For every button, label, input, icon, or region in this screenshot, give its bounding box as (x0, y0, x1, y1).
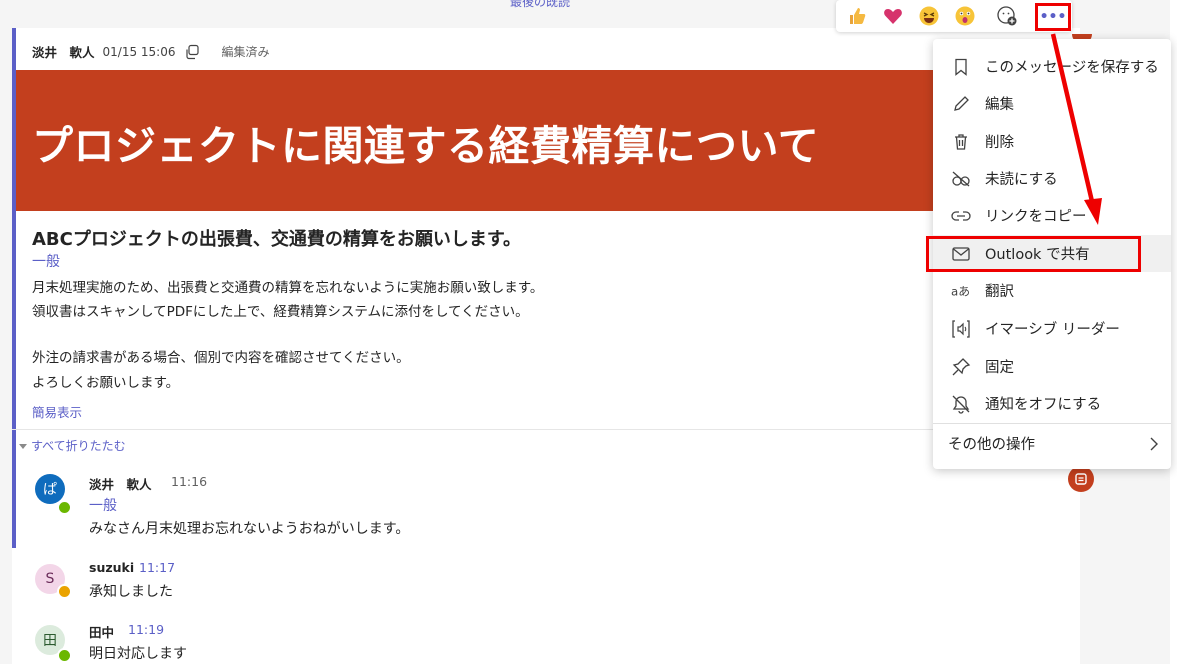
presence-away-icon (57, 584, 72, 599)
right-panel-edge (1170, 0, 1177, 664)
unread-icon (951, 169, 971, 189)
menu-item-translate[interactable]: aあ 翻訳 (933, 272, 1171, 309)
pencil-icon (951, 94, 971, 114)
post-body-line: 外注の請求書がある場合、個別で内容を確認させてください。 (32, 350, 410, 366)
chevron-right-icon (1149, 436, 1159, 455)
add-reaction-icon[interactable] (994, 3, 1020, 29)
copy-icon[interactable] (184, 44, 200, 60)
menu-item-label: リンクをコピー (985, 209, 1087, 225)
menu-item-other-actions[interactable]: その他の操作 (933, 425, 1171, 462)
presence-available-icon (57, 500, 72, 515)
post-body-line: よろしくお願いします。 (32, 375, 180, 391)
reply-accent-bar (12, 462, 16, 548)
menu-item-label: 翻訳 (985, 284, 1014, 300)
collapse-all-label: すべて折りたたむ (31, 439, 126, 453)
reply-author[interactable]: 田中 (89, 622, 114, 641)
reply-channel-link[interactable]: 一般 (89, 495, 117, 515)
reply-text: 明日対応します (89, 646, 187, 662)
menu-item-delete[interactable]: 削除 (933, 123, 1171, 160)
laugh-icon[interactable] (916, 3, 942, 29)
reply-author[interactable]: suzuki (89, 560, 134, 575)
banner-title: プロジェクトに関連する経費精算について (32, 122, 820, 170)
avatar[interactable]: ぱ (35, 474, 65, 504)
reply-text: みなさん月末処理お忘れないようおねがいします。 (89, 521, 410, 537)
menu-item-label: 編集 (985, 97, 1014, 113)
outlook-highlight-box (926, 236, 1141, 272)
notes-app-icon[interactable] (1068, 466, 1094, 492)
edited-label: 編集済み (221, 45, 270, 59)
reply-time: 11:19 (128, 622, 165, 637)
last-read-marker: 最後の既読 (510, 0, 571, 9)
menu-item-label: 未読にする (985, 172, 1058, 188)
translate-icon: aあ (951, 281, 971, 301)
menu-item-label: 通知をオフにする (985, 397, 1102, 413)
menu-item-copy-link[interactable]: リンクをコピー (933, 197, 1171, 234)
menu-item-label: 削除 (985, 135, 1014, 151)
caret-down-icon (19, 443, 27, 449)
link-icon (951, 206, 971, 226)
menu-item-mark-unread[interactable]: 未読にする (933, 160, 1171, 197)
simple-view-link[interactable]: 簡易表示 (32, 402, 82, 421)
reply-time: 11:16 (171, 474, 208, 489)
replies-divider (12, 429, 1080, 430)
reply-time: 11:17 (139, 560, 176, 575)
avatar-initial: S (45, 571, 55, 587)
heart-icon[interactable] (880, 3, 906, 29)
trash-icon (951, 132, 971, 152)
pin-icon (951, 357, 971, 377)
avatar-initial: 田 (43, 633, 57, 649)
reply-text: 承知しました (89, 584, 173, 600)
like-icon[interactable] (844, 3, 870, 29)
menu-item-label: イマーシブ リーダー (985, 322, 1120, 338)
more-options-button[interactable]: ••• (1035, 3, 1071, 31)
surprised-icon[interactable] (952, 3, 978, 29)
menu-item-pin[interactable]: 固定 (933, 348, 1171, 385)
post-timestamp: 01/15 15:06 (102, 44, 176, 59)
menu-separator (933, 423, 1171, 424)
post-subject: ABCプロジェクトの出張費、交通費の精算をお願いします。 (32, 229, 522, 250)
immersive-reader-icon (951, 319, 971, 339)
post-author[interactable]: 淡井 軟人 (32, 42, 95, 61)
bookmark-icon (951, 57, 971, 77)
menu-item-label: その他の操作 (948, 437, 1035, 453)
reply-author[interactable]: 淡井 軟人 (89, 474, 152, 493)
post-header: 淡井 軟人 01/15 15:06 編集済み (32, 42, 270, 61)
post-channel-link[interactable]: 一般 (32, 251, 60, 271)
menu-item-label: 固定 (985, 360, 1014, 376)
avatar-initial: ぱ (43, 482, 57, 498)
menu-item-label: このメッセージを保存する (985, 60, 1159, 76)
bell-off-icon (951, 394, 971, 414)
post-body-line: 月末処理実施のため、出張費と交通費の精算を忘れないように実施お願い致します。 (32, 280, 544, 296)
more-options-icon: ••• (1039, 9, 1067, 25)
menu-item-edit[interactable]: 編集 (933, 85, 1171, 122)
post-body-line: 領収書はスキャンしてPDFにした上で、経費精算システムに添付をしてください。 (32, 304, 529, 320)
menu-item-save[interactable]: このメッセージを保存する (933, 48, 1171, 85)
collapse-all-button[interactable]: すべて折りたたむ (19, 437, 126, 454)
menu-item-turn-off-notifications[interactable]: 通知をオフにする (933, 385, 1171, 422)
menu-item-immersive-reader[interactable]: イマーシブ リーダー (933, 310, 1171, 347)
presence-available-icon (57, 648, 72, 663)
svg-text:aあ: aあ (951, 284, 970, 298)
